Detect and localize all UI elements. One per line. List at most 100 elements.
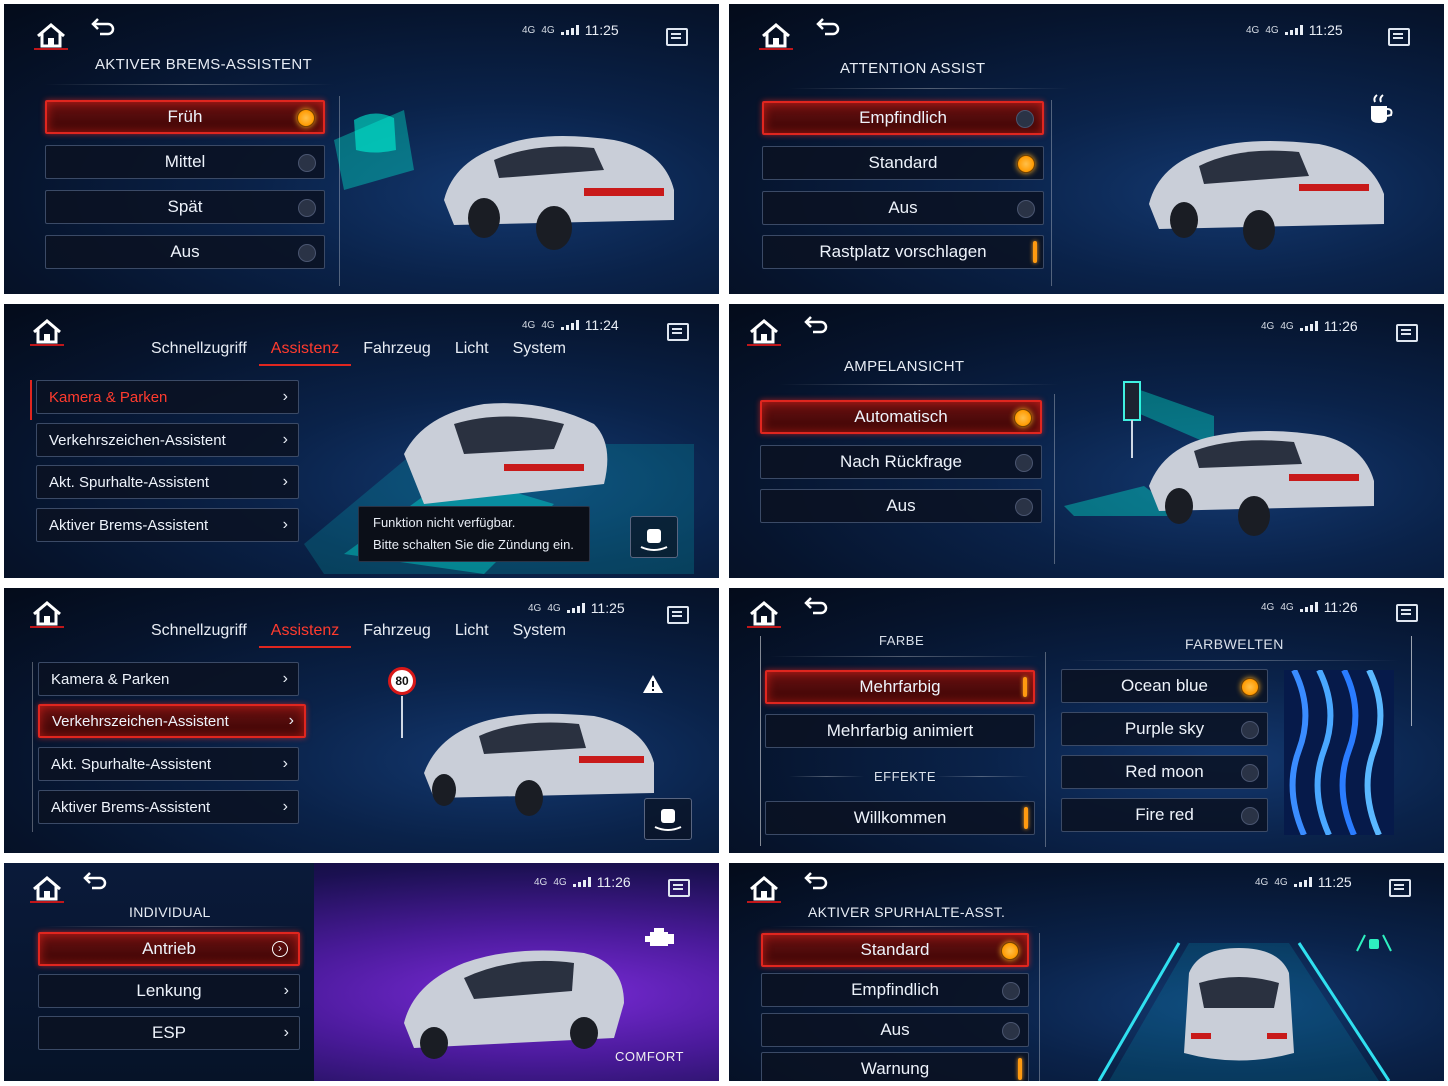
option-mehrfarbig-animiert[interactable]: Mehrfarbig animiert — [765, 714, 1035, 748]
panel-settings-assist-2: 4G 4G 11:25 Schnellzugriff Assistenz Fah… — [4, 588, 719, 853]
toggle-indicator — [1024, 807, 1028, 829]
signal-icon — [1284, 25, 1303, 35]
option-red-moon[interactable]: Red moon — [1061, 755, 1268, 789]
option-aus[interactable]: Aus — [762, 191, 1044, 225]
menu-spurhalte[interactable]: Akt. Spurhalte-Assistent › — [36, 465, 299, 499]
option-frueh[interactable]: Früh — [45, 100, 325, 134]
option-label: Aus — [880, 1020, 910, 1039]
toggle-indicator — [1023, 677, 1027, 697]
menu-kamera-parken[interactable]: Kamera & Parken › — [38, 662, 299, 696]
tab-system[interactable]: System — [501, 340, 578, 358]
clock: 11:25 — [590, 600, 625, 616]
menu-label: Verkehrszeichen-Assistent — [49, 431, 226, 449]
back-icon[interactable] — [815, 16, 841, 38]
menu-kamera-parken[interactable]: Kamera & Parken › — [36, 380, 299, 414]
tab-fahrzeug[interactable]: Fahrzeug — [351, 622, 443, 640]
option-spaet[interactable]: Spät — [45, 190, 325, 224]
message-icon[interactable] — [1389, 879, 1411, 897]
radio-selected — [1241, 678, 1259, 696]
menu-brems[interactable]: Aktiver Brems-Assistent › — [36, 508, 299, 542]
message-icon[interactable] — [667, 323, 689, 341]
clock: 11:25 — [584, 22, 619, 38]
option-label: Fire red — [1135, 805, 1194, 824]
title-divider — [934, 776, 1029, 777]
title-divider — [769, 656, 1039, 657]
option-warnung[interactable]: Warnung — [761, 1052, 1029, 1081]
title-divider — [779, 384, 1059, 385]
home-icon[interactable] — [747, 598, 781, 628]
option-mittel[interactable]: Mittel — [45, 145, 325, 179]
option-aus[interactable]: Aus — [45, 235, 325, 269]
menu-verkehrszeichen[interactable]: Verkehrszeichen-Assistent › — [38, 704, 306, 738]
menu-antrieb[interactable]: Antrieb › — [38, 932, 300, 966]
message-icon[interactable] — [668, 879, 690, 897]
option-empfindlich[interactable]: Empfindlich — [762, 101, 1044, 135]
title-divider — [769, 926, 1039, 927]
parking-sensor-button[interactable] — [630, 516, 678, 558]
section-title-effekte: EFFEKTE — [874, 769, 937, 784]
option-empfindlich[interactable]: Empfindlich — [761, 973, 1029, 1007]
network-icon: 4G — [541, 319, 555, 331]
tab-system[interactable]: System — [501, 622, 578, 640]
back-icon[interactable] — [82, 870, 108, 892]
home-icon[interactable] — [34, 20, 68, 50]
message-icon[interactable] — [667, 606, 689, 624]
status-bar: 4G 4G 11:25 — [1246, 22, 1343, 38]
back-icon[interactable] — [803, 595, 829, 617]
message-icon[interactable] — [1396, 324, 1418, 342]
option-mehrfarbig[interactable]: Mehrfarbig — [765, 670, 1035, 704]
option-fire-red[interactable]: Fire red — [1061, 798, 1268, 832]
menu-lenkung[interactable]: Lenkung › — [38, 974, 300, 1008]
home-icon[interactable] — [747, 873, 781, 903]
network-icon: 4G — [534, 876, 548, 888]
home-icon[interactable] — [759, 20, 793, 50]
toggle-indicator — [1033, 241, 1037, 263]
back-icon[interactable] — [803, 870, 829, 892]
tab-assistenz[interactable]: Assistenz — [258, 340, 352, 366]
message-icon[interactable] — [666, 28, 688, 46]
menu-spurhalte[interactable]: Akt. Spurhalte-Assistent › — [38, 747, 299, 781]
signal-icon — [1299, 321, 1318, 331]
tab-licht[interactable]: Licht — [443, 622, 501, 640]
status-bar: 4G 4G 11:26 — [1261, 318, 1358, 334]
back-icon[interactable] — [90, 16, 116, 38]
option-automatisch[interactable]: Automatisch — [760, 400, 1042, 434]
status-bar: 4G 4G 11:25 — [1255, 874, 1352, 890]
car-sensor-button[interactable] — [644, 798, 692, 840]
network-icon: 4G — [547, 602, 561, 614]
status-bar: 4G 4G 11:24 — [522, 317, 619, 333]
menu-verkehrszeichen[interactable]: Verkehrszeichen-Assistent › — [36, 423, 299, 457]
option-ocean-blue[interactable]: Ocean blue — [1061, 669, 1268, 703]
tab-schnellzugriff[interactable]: Schnellzugriff — [139, 340, 259, 358]
tab-assistenz[interactable]: Assistenz — [258, 622, 352, 648]
option-standard[interactable]: Standard — [761, 933, 1029, 967]
status-bar: 4G 4G 11:26 — [1261, 599, 1358, 615]
option-label: Aus — [170, 242, 200, 261]
message-icon[interactable] — [1388, 28, 1410, 46]
home-icon[interactable] — [30, 598, 64, 628]
menu-esp[interactable]: ESP › — [38, 1016, 300, 1050]
info-tooltip: Funktion nicht verfügbar. Bitte schalten… — [358, 506, 590, 562]
chevron-right-icon: › — [282, 516, 288, 533]
message-icon[interactable] — [1396, 604, 1418, 622]
option-nach-rueckfrage[interactable]: Nach Rückfrage — [760, 445, 1042, 479]
panel-ampelansicht: 4G 4G 11:26 AMPELANSICHT Automatisch Nac… — [729, 304, 1444, 578]
panel-brake-assist: 4G 4G 11:25 AKTIVER BREMS-ASSISTENT Früh… — [4, 4, 719, 294]
tab-bar: Schnellzugriff Assistenz Fahrzeug Licht … — [139, 340, 578, 366]
option-purple-sky[interactable]: Purple sky — [1061, 712, 1268, 746]
option-aus[interactable]: Aus — [760, 489, 1042, 523]
tab-licht[interactable]: Licht — [443, 340, 501, 358]
tab-fahrzeug[interactable]: Fahrzeug — [351, 340, 443, 358]
tab-schnellzugriff[interactable]: Schnellzugriff — [139, 622, 259, 640]
back-icon[interactable] — [803, 314, 829, 336]
option-willkommen[interactable]: Willkommen — [765, 801, 1035, 835]
menu-brems[interactable]: Aktiver Brems-Assistent › — [38, 790, 299, 824]
option-rastplatz[interactable]: Rastplatz vorschlagen — [762, 235, 1044, 269]
home-icon[interactable] — [30, 316, 64, 346]
panel-lane-keeping: 4G 4G 11:25 AKTIVER SPURHALTE-ASST. Stan… — [729, 863, 1444, 1081]
option-standard[interactable]: Standard — [762, 146, 1044, 180]
home-icon[interactable] — [747, 316, 781, 346]
home-icon[interactable] — [30, 873, 64, 903]
scrollbar[interactable] — [1411, 636, 1412, 726]
option-aus[interactable]: Aus — [761, 1013, 1029, 1047]
